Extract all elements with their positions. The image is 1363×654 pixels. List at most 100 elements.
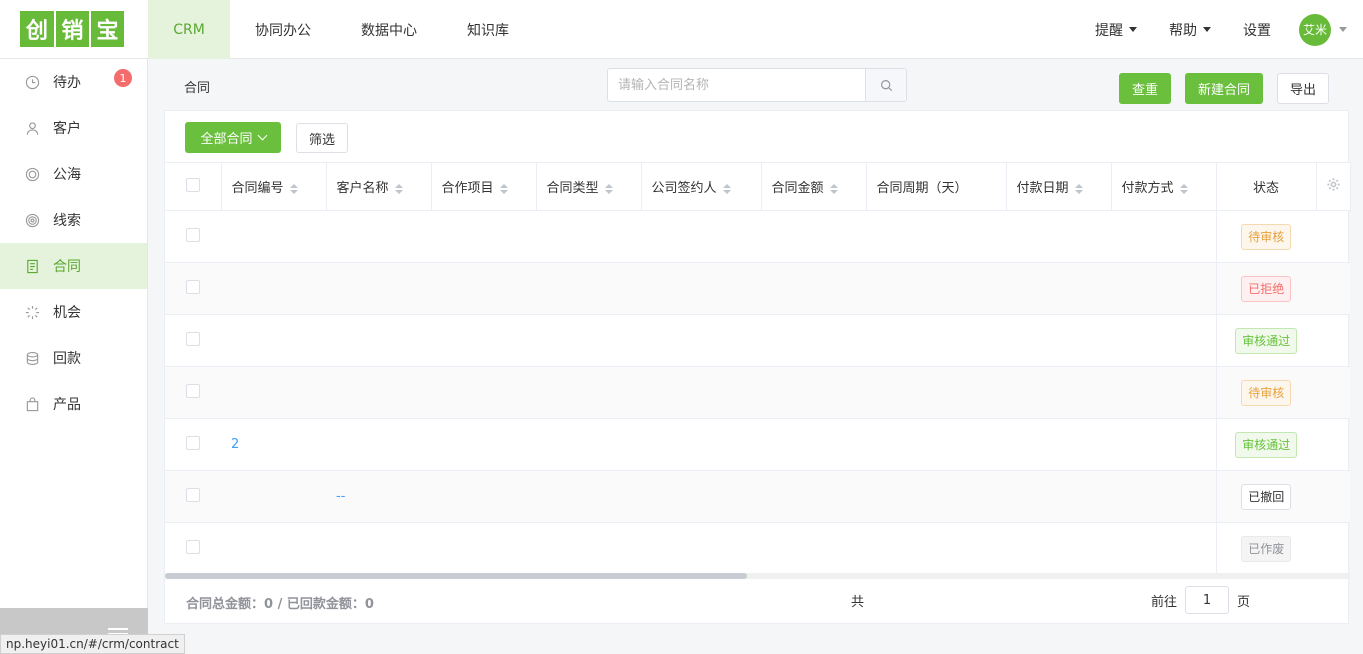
row-checkbox[interactable] xyxy=(186,331,200,346)
customer-name[interactable] xyxy=(326,522,431,575)
table-cell xyxy=(536,418,641,471)
contract-number[interactable] xyxy=(221,366,326,419)
row-checkbox[interactable] xyxy=(186,435,200,450)
page-number-input[interactable]: 1 xyxy=(1185,586,1230,614)
duplicate-check-button[interactable]: 查重 xyxy=(1119,73,1171,104)
table-row[interactable]: 待审核 xyxy=(165,366,1350,419)
column-header[interactable]: 合同编号 xyxy=(221,162,327,211)
column-label: 状态 xyxy=(1252,181,1279,196)
sort-icon[interactable] xyxy=(394,183,403,194)
row-checkbox[interactable] xyxy=(186,487,200,502)
customer-name[interactable] xyxy=(326,210,431,263)
sort-icon[interactable] xyxy=(604,183,613,194)
column-label: 付款日期 xyxy=(1016,181,1069,196)
customer-name[interactable]: -- xyxy=(326,470,431,523)
table-cell xyxy=(431,418,536,471)
table-cell xyxy=(761,210,866,263)
table-row[interactable]: 已作废 xyxy=(165,522,1350,575)
sidebar-item-contract[interactable]: 合同 xyxy=(0,243,147,289)
filter-button[interactable]: 筛选 xyxy=(296,123,348,153)
sort-icon[interactable] xyxy=(722,183,731,194)
remind-menu[interactable]: 提醒 xyxy=(1095,20,1137,40)
column-header[interactable]: 合作项目 xyxy=(431,162,537,211)
column-header[interactable]: 合同类型 xyxy=(536,162,642,211)
contract-number[interactable] xyxy=(221,314,326,367)
all-contracts-dropdown[interactable]: 全部合同 xyxy=(185,122,281,153)
new-contract-button[interactable]: 新建合同 xyxy=(1185,73,1263,104)
row-checkbox[interactable] xyxy=(186,383,200,398)
table-cell xyxy=(536,210,641,263)
sidebar-item-leads[interactable]: 线索 xyxy=(0,197,147,243)
table-cell xyxy=(431,522,536,575)
table-cell xyxy=(1316,366,1350,419)
page-title: 合同 xyxy=(184,81,211,96)
customer-name[interactable] xyxy=(326,262,431,315)
gear-icon[interactable] xyxy=(1326,177,1341,192)
horizontal-scrollbar[interactable] xyxy=(165,573,1350,579)
table-cell xyxy=(761,314,866,367)
column-header[interactable]: 公司签约人 xyxy=(641,162,762,211)
sort-icon[interactable] xyxy=(829,183,838,194)
tab-knowledge-base[interactable]: 知识库 xyxy=(442,0,534,59)
export-button[interactable]: 导出 xyxy=(1277,73,1329,104)
table-cell xyxy=(641,366,761,419)
row-select-cell xyxy=(165,522,221,575)
row-select-cell xyxy=(165,210,221,263)
row-checkbox[interactable] xyxy=(186,227,200,242)
sidebar-item-product[interactable]: 产品 xyxy=(0,381,147,427)
contract-number[interactable] xyxy=(221,210,326,263)
column-header[interactable]: 合同金额 xyxy=(761,162,867,211)
search-button[interactable] xyxy=(865,69,906,101)
table-header: 合同编号 客户名称 合作项目 合同类型 公司签约人 合同金额 合同周期（天） 付… xyxy=(165,162,1351,211)
top-bar: 创 销 宝 CRM 协同办公 数据中心 知识库 提醒 帮助 设置 艾米 xyxy=(0,0,1363,59)
sidebar-item-customer[interactable]: 客户 xyxy=(0,105,147,151)
table-row[interactable]: 已拒绝 xyxy=(165,262,1350,315)
row-checkbox[interactable] xyxy=(186,279,200,294)
avatar[interactable]: 艾米 xyxy=(1299,13,1331,46)
table-row[interactable]: 2 审核通过 xyxy=(165,418,1350,471)
table-row[interactable]: 待审核 xyxy=(165,210,1350,263)
contract-number[interactable]: 2 xyxy=(221,418,326,471)
sidebar-item-opportunity[interactable]: 机会 xyxy=(0,289,147,335)
coins-icon xyxy=(24,350,40,366)
row-checkbox[interactable] xyxy=(186,539,200,554)
column-header[interactable]: 付款日期 xyxy=(1006,162,1112,211)
column-header[interactable]: 客户名称 xyxy=(326,162,432,211)
all-contracts-label: 全部合同 xyxy=(200,132,253,147)
sort-icon[interactable] xyxy=(499,183,508,194)
sidebar-item-payment[interactable]: 回款 xyxy=(0,335,147,381)
sort-icon[interactable] xyxy=(289,183,298,194)
table-row[interactable]: 审核通过 xyxy=(165,314,1350,367)
top-right-menu: 提醒 帮助 设置 艾米 xyxy=(1095,0,1363,59)
table-cell xyxy=(1111,366,1216,419)
status-cell: 已拒绝 xyxy=(1215,262,1316,315)
bag-icon xyxy=(24,396,40,412)
sidebar-item-todo[interactable]: 待办 1 xyxy=(0,59,147,105)
customer-name[interactable] xyxy=(326,418,431,471)
column-header[interactable]: 付款方式 xyxy=(1111,162,1217,211)
tab-data-center[interactable]: 数据中心 xyxy=(336,0,442,59)
customer-name[interactable] xyxy=(326,314,431,367)
table-cell xyxy=(761,366,866,419)
help-menu[interactable]: 帮助 xyxy=(1169,20,1211,40)
column-label: 合作项目 xyxy=(441,181,494,196)
app-logo[interactable]: 创 销 宝 xyxy=(20,11,124,47)
search-input[interactable] xyxy=(608,69,865,101)
contract-number[interactable] xyxy=(221,262,326,315)
contract-number[interactable] xyxy=(221,470,326,523)
tab-collaboration[interactable]: 协同办公 xyxy=(230,0,336,59)
contract-number[interactable] xyxy=(221,522,326,575)
sort-icon[interactable] xyxy=(1074,183,1083,194)
sidebar-item-public-pool[interactable]: 公海 xyxy=(0,151,147,197)
clock-icon xyxy=(24,74,40,90)
table-row[interactable]: -- 已撤回 xyxy=(165,470,1350,523)
table-cell xyxy=(1006,210,1111,263)
customer-name[interactable] xyxy=(326,366,431,419)
settings-link[interactable]: 设置 xyxy=(1243,20,1271,40)
select-all-checkbox[interactable] xyxy=(185,177,200,192)
chevron-down-icon[interactable] xyxy=(1339,27,1347,32)
scrollbar-thumb[interactable] xyxy=(165,573,747,579)
tab-crm[interactable]: CRM xyxy=(148,0,230,59)
sort-icon[interactable] xyxy=(1179,183,1188,194)
table-cell xyxy=(431,470,536,523)
